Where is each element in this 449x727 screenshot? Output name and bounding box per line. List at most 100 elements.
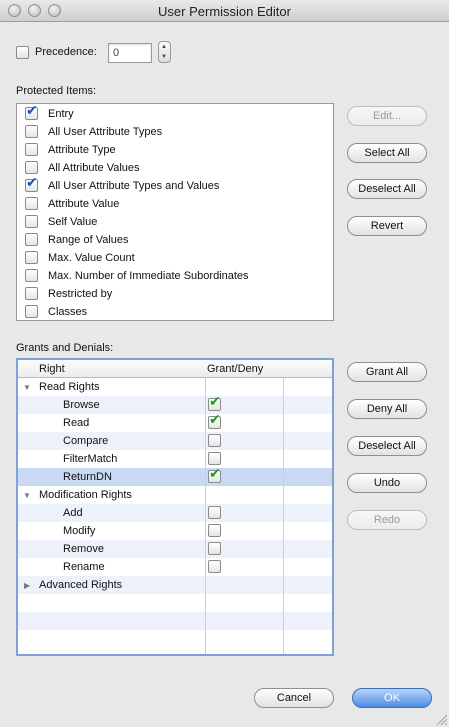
protected-items-list[interactable]: ✔ Entry All User Attribute Types Attribu… (16, 103, 334, 321)
table-row-group[interactable]: ▶ Advanced Rights (18, 576, 332, 594)
row-label: Advanced Rights (39, 579, 123, 591)
item-checkbox[interactable] (25, 197, 38, 210)
item-checkbox[interactable]: ✔ (25, 103, 38, 120)
grant-checkbox[interactable] (208, 560, 221, 573)
protected-items-heading: Protected Items: (16, 85, 97, 97)
deselect-all-items-button[interactable]: Deselect All (347, 179, 427, 199)
grant-all-button[interactable]: Grant All (347, 362, 427, 382)
item-label: Restricted by (48, 288, 113, 300)
precedence-stepper[interactable]: ▲ ▼ (158, 41, 171, 63)
grant-checkbox[interactable] (208, 452, 221, 465)
checkmark-icon: ✔ (209, 393, 221, 409)
item-checkbox[interactable] (25, 125, 38, 138)
checkmark-icon: ✔ (209, 465, 221, 481)
item-checkbox[interactable] (25, 161, 38, 174)
list-item[interactable]: ✔ All User Attribute Types and Values (17, 175, 333, 195)
list-item[interactable]: All User Attribute Types (17, 123, 333, 141)
list-item[interactable]: Self Value (17, 213, 333, 231)
table-row[interactable]: Read ✔ (18, 412, 332, 432)
row-label: Remove (63, 543, 104, 555)
grant-checkbox[interactable]: ✔ (208, 466, 221, 483)
item-checkbox[interactable] (25, 269, 38, 282)
deselect-all-grants-button[interactable]: Deselect All (347, 436, 427, 456)
precedence-label: Precedence: (35, 46, 97, 58)
list-item[interactable]: ✔ Entry (17, 103, 333, 123)
list-item[interactable]: Max. Value Count (17, 249, 333, 267)
item-label: Attribute Type (48, 144, 116, 156)
item-checkbox[interactable] (25, 233, 38, 246)
item-label: All User Attribute Types and Values (48, 180, 220, 192)
table-row-group[interactable]: ▼ Modification Rights (18, 486, 332, 504)
item-checkbox[interactable] (25, 305, 38, 318)
list-item[interactable]: Attribute Type (17, 141, 333, 159)
table-row[interactable]: Compare (18, 432, 332, 450)
redo-button[interactable]: Redo (347, 510, 427, 530)
disclosure-triangle-collapsed-icon[interactable]: ▶ (24, 581, 30, 590)
item-label: All User Attribute Types (48, 126, 163, 138)
list-item[interactable]: Classes (17, 303, 333, 321)
deny-all-button[interactable]: Deny All (347, 399, 427, 419)
checkmark-icon: ✔ (26, 102, 38, 118)
row-label: Read (63, 417, 90, 429)
grant-checkbox[interactable] (208, 506, 221, 519)
item-checkbox[interactable] (25, 251, 38, 264)
table-row[interactable]: Modify (18, 522, 332, 540)
item-label: All Attribute Values (48, 162, 140, 174)
select-all-button[interactable]: Select All (347, 143, 427, 163)
list-item[interactable]: All Attribute Values (17, 159, 333, 177)
grant-checkbox[interactable] (208, 524, 221, 537)
item-checkbox[interactable] (25, 287, 38, 300)
table-row[interactable]: Add (18, 504, 332, 522)
ok-button[interactable]: OK (352, 688, 432, 708)
stepper-up-icon[interactable]: ▲ (161, 44, 167, 50)
row-label: Modification Rights (39, 489, 132, 501)
row-label: FilterMatch (63, 453, 118, 465)
row-label: Compare (63, 435, 109, 447)
grants-heading: Grants and Denials: (16, 342, 114, 354)
revert-button[interactable]: Revert (347, 216, 427, 236)
item-checkbox[interactable] (25, 215, 38, 228)
grants-table[interactable]: Right Grant/Deny ▼ Read Rights Browse ✔ … (16, 358, 334, 656)
resize-grip-icon[interactable] (435, 713, 447, 725)
edit-button[interactable]: Edit... (347, 106, 427, 126)
cancel-button[interactable]: Cancel (254, 688, 334, 708)
title-bar: User Permission Editor (0, 0, 449, 22)
column-header-right[interactable]: Right (39, 363, 65, 375)
item-label: Attribute Value (48, 198, 120, 210)
grant-checkbox[interactable]: ✔ (208, 412, 221, 429)
table-row[interactable]: Rename (18, 558, 332, 576)
window-title: User Permission Editor (158, 4, 291, 19)
disclosure-triangle-expanded-icon[interactable]: ▼ (23, 491, 31, 500)
stepper-down-icon[interactable]: ▼ (161, 54, 167, 60)
item-checkbox[interactable]: ✔ (25, 175, 38, 192)
item-label: Range of Values (48, 234, 129, 246)
list-item[interactable]: Attribute Value (17, 195, 333, 213)
disclosure-triangle-expanded-icon[interactable]: ▼ (23, 383, 31, 392)
list-item[interactable]: Max. Number of Immediate Subordinates (17, 267, 333, 285)
table-row[interactable]: Remove (18, 540, 332, 558)
precedence-input[interactable]: 0 (108, 43, 152, 63)
table-row[interactable]: Browse ✔ (18, 394, 332, 414)
precedence-checkbox[interactable] (16, 46, 29, 59)
row-label: Modify (63, 525, 96, 537)
list-item[interactable]: Restricted by (17, 285, 333, 303)
checkmark-icon: ✔ (26, 174, 38, 190)
list-item[interactable]: Range of Values (17, 231, 333, 249)
undo-button[interactable]: Undo (347, 473, 427, 493)
table-row-group[interactable]: ▼ Read Rights (18, 378, 332, 396)
grant-checkbox[interactable]: ✔ (208, 394, 221, 411)
item-label: Entry (48, 108, 74, 120)
checkmark-icon: ✔ (209, 411, 221, 427)
item-label: Max. Value Count (48, 252, 135, 264)
table-row[interactable]: FilterMatch (18, 450, 332, 468)
table-header: Right Grant/Deny (18, 360, 332, 378)
item-checkbox[interactable] (25, 143, 38, 156)
item-label: Self Value (48, 216, 98, 228)
row-label: Add (63, 507, 83, 519)
grant-checkbox[interactable] (208, 434, 221, 447)
grant-checkbox[interactable] (208, 542, 221, 555)
table-row-selected[interactable]: ReturnDN ✔ (18, 466, 332, 486)
row-label: Rename (63, 561, 105, 573)
row-label: Browse (63, 399, 100, 411)
column-header-grant-deny[interactable]: Grant/Deny (207, 363, 263, 375)
